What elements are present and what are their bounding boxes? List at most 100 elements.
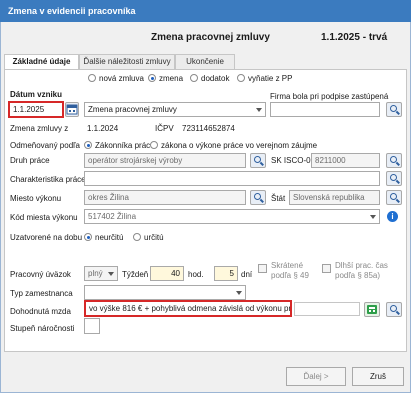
radio-zmena[interactable]: zmena <box>148 74 183 83</box>
mzda-extension-field[interactable] <box>294 302 360 316</box>
charakteristika-search-button[interactable] <box>386 171 402 186</box>
window-title: Zmena v evidencii pracovníka <box>0 0 411 22</box>
icpv-value: 723114652874 <box>182 124 235 133</box>
uvazok-label: Pracovný úväzok <box>10 270 71 279</box>
radio-label: neurčitú <box>95 233 124 242</box>
sk-isco-label: SK ISCO-08 <box>271 156 316 165</box>
charakteristika-input[interactable] <box>84 171 380 186</box>
search-icon <box>390 174 397 181</box>
kod-miesta-select[interactable]: 517402 Žilina <box>84 209 380 224</box>
radio-selected-icon <box>148 74 156 82</box>
mzda-edit-button[interactable] <box>364 302 380 317</box>
typ-zamestnanca-select[interactable] <box>84 285 246 300</box>
datum-vzniku-input[interactable]: 1.1.2025 <box>8 101 64 118</box>
dropdown-arrow-icon <box>370 215 376 219</box>
firma-zastupena-input[interactable] <box>270 102 380 117</box>
radio-label: nová zmluva <box>99 74 144 83</box>
tyzden-label: Týždeň <box>122 270 149 279</box>
radio-icon <box>237 74 245 82</box>
radio-urcitu[interactable]: určitú <box>133 233 164 242</box>
search-icon <box>254 156 261 163</box>
search-icon <box>254 193 261 200</box>
kod-miesta-value: 517402 Žilina <box>88 212 137 221</box>
firma-search-button[interactable] <box>386 102 402 117</box>
kod-miesta-label: Kód miesta výkonu <box>10 213 78 222</box>
radio-dodatok[interactable]: dodatok <box>190 74 229 83</box>
radio-icon <box>88 74 96 82</box>
radio-nova-zmluva[interactable]: nová zmluva <box>88 74 144 83</box>
skratene-label-1: Skrátené <box>271 261 304 270</box>
mzda-label: Dohodnutá mzda <box>10 307 71 316</box>
radio-label: vyňatie z PP <box>248 74 293 83</box>
odmenovany-label: Odmeňovaný podľa <box>10 141 80 150</box>
dni-label: dní <box>241 270 253 279</box>
dlhsi-label-1: Dlhší prac. čas <box>335 261 388 270</box>
dropdown-arrow-icon <box>236 291 242 295</box>
radio-icon <box>133 233 141 241</box>
uzatvorene-label: Uzatvorené na dobu <box>10 233 83 242</box>
radio-label: zákona o výkone práce vo verejnom záujme <box>161 141 318 150</box>
stat-input[interactable]: Slovenská republika <box>289 190 380 205</box>
miesto-vykonu-label: Miesto výkonu <box>10 194 62 203</box>
search-icon <box>390 193 397 200</box>
dropdown-arrow-icon <box>108 272 114 276</box>
icpv-label: IČPV <box>155 124 174 133</box>
cancel-button[interactable]: Zruš <box>352 367 404 386</box>
calendar-icon <box>66 104 78 115</box>
dlhsi-cas-checkbox[interactable] <box>322 264 331 273</box>
tab-dalsie-nalezitosti[interactable]: Ďalšie náležitosti zmluvy <box>79 54 175 69</box>
radio-neurcitu[interactable]: neurčitú <box>84 233 123 242</box>
dlhsi-label-2: podľa § 85a) <box>335 271 381 280</box>
mzda-search-button[interactable] <box>386 302 402 317</box>
druh-prace-label: Druh práce <box>10 156 50 165</box>
skratene-label-2: podľa § 49 <box>271 271 309 280</box>
radio-icon <box>150 141 158 149</box>
stat-search-button[interactable] <box>386 190 402 205</box>
search-icon <box>390 156 397 163</box>
hours-input[interactable]: 40 <box>150 266 184 281</box>
days-input[interactable]: 5 <box>214 266 238 281</box>
radio-verejny-zaujem[interactable]: zákona o výkone práce vo verejnom záujme <box>150 141 317 150</box>
green-calculator-icon <box>367 305 377 314</box>
search-icon <box>390 105 397 112</box>
radio-label: určitú <box>144 233 164 242</box>
tab-zakladne-udaje[interactable]: Základné údaje <box>4 54 79 70</box>
tab-ukoncenie[interactable]: Ukončenie <box>175 54 235 69</box>
radio-zakonnik-prace[interactable]: Zákonníka práce <box>84 141 155 150</box>
change-reason-value: Zmena pracovnej zmluvy <box>88 105 177 114</box>
radio-selected-icon <box>84 141 92 149</box>
radio-label: dodatok <box>201 74 230 83</box>
radio-vynatie[interactable]: vyňatie z PP <box>237 74 292 83</box>
info-icon[interactable]: i <box>387 211 398 222</box>
miesto-vykonu-input[interactable]: okres Žilina <box>84 190 246 205</box>
firma-zastupena-label: Firma bola pri podpise zastúpená <box>270 92 389 101</box>
page-title: Zmena pracovnej zmluvy <box>151 32 270 43</box>
search-icon <box>390 305 397 312</box>
calendar-button[interactable] <box>65 102 79 117</box>
miesto-vykonu-search-button[interactable] <box>250 190 266 205</box>
mzda-input[interactable]: vo výške 816 € + pohyblivá odmena závisl… <box>84 300 292 317</box>
next-button[interactable]: Ďalej > <box>286 367 346 386</box>
contract-status-date: 1.1.2025 - trvá <box>321 32 388 43</box>
stupen-label: Stupeň náročnosti <box>10 324 75 333</box>
zmena-zmluvy-label: Zmena zmluvy z <box>10 124 69 133</box>
sk-isco-input[interactable]: 8211000 <box>311 153 380 168</box>
radio-label: zmena <box>159 74 184 83</box>
uvazok-type-value: plný <box>88 269 103 278</box>
radio-icon <box>190 74 198 82</box>
uvazok-type-select[interactable]: plný <box>84 266 118 281</box>
sk-isco-search-button[interactable] <box>386 153 402 168</box>
stat-label: Štát <box>271 194 286 203</box>
change-reason-select[interactable]: Zmena pracovnej zmluvy <box>84 102 266 117</box>
typ-zamestnanca-label: Typ zamestnanca <box>10 289 73 298</box>
charakteristika-label: Charakteristika práce <box>10 175 86 184</box>
stupen-input[interactable] <box>84 318 100 334</box>
datum-vzniku-label: Dátum vzniku <box>10 90 63 99</box>
radio-label: Zákonníka práce <box>95 141 155 150</box>
skratene-checkbox[interactable] <box>258 264 267 273</box>
zmena-zmluvy-value: 1.1.2024 <box>87 124 119 133</box>
dropdown-arrow-icon <box>256 108 262 112</box>
druh-prace-search-button[interactable] <box>250 153 266 168</box>
druh-prace-input[interactable]: operátor strojárskej výroby <box>84 153 246 168</box>
hod-label: hod. <box>188 270 204 279</box>
